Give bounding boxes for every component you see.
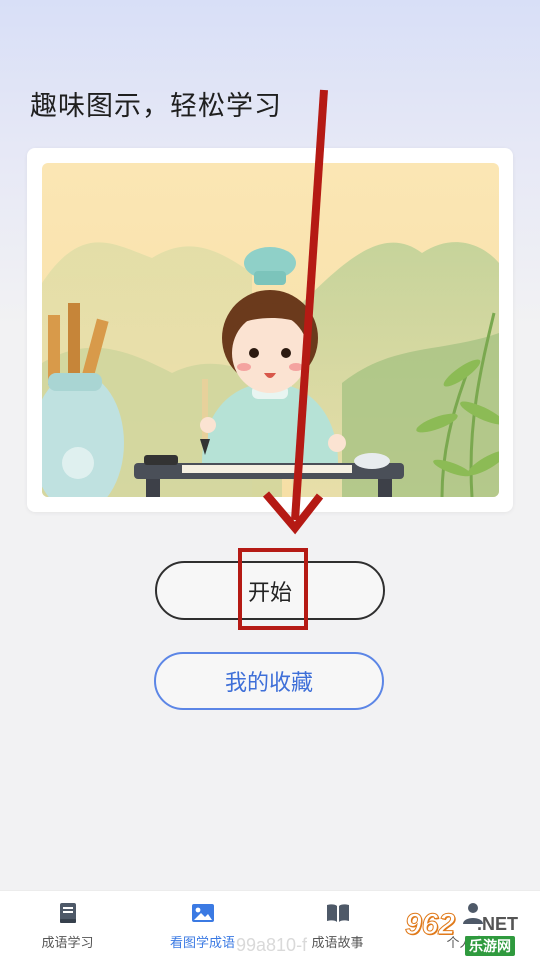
- logo-cn-text: 乐游网: [465, 936, 515, 956]
- my-favorites-button-label: 我的收藏: [224, 671, 313, 696]
- child-calligraphy-illustration: [42, 163, 499, 497]
- tab-label-idiom-stories: 成语故事: [311, 936, 364, 951]
- image-icon: [191, 904, 214, 922]
- site-logo: 962 .NET 乐游网: [401, 908, 536, 956]
- illustration-card: [27, 148, 513, 512]
- annotation-highlight-box: [238, 548, 308, 630]
- book-icon: [59, 903, 76, 923]
- my-favorites-button[interactable]: 我的收藏: [154, 652, 384, 710]
- logo-suffix: .NET: [477, 914, 519, 934]
- tab-label-picture-idioms: 看图学成语: [169, 936, 235, 951]
- open-book-icon: [326, 904, 349, 922]
- watermark-text: 99a810-f: [236, 935, 308, 955]
- page-title: 趣味图示，轻松学习: [30, 91, 282, 122]
- tab-idiom-learning[interactable]: 成语学习: [0, 891, 135, 960]
- logo-number: 962: [404, 908, 456, 942]
- tab-label-idiom-learning: 成语学习: [41, 936, 94, 951]
